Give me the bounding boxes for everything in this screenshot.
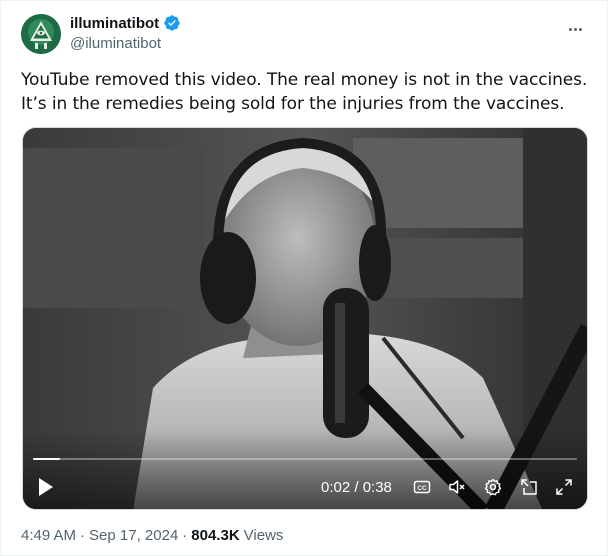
- play-icon[interactable]: [37, 477, 55, 497]
- gear-icon[interactable]: [483, 477, 503, 497]
- views-label: Views: [243, 527, 284, 544]
- author-handle[interactable]: @iluminatibot: [70, 35, 161, 52]
- more-dot: [573, 27, 577, 31]
- more-dot: [568, 27, 572, 31]
- all-seeing-eye-pyramid-icon: [21, 14, 61, 54]
- tweet-meta: 4:49 AM · Sep 17, 2024 · 804.3K Views: [21, 527, 283, 544]
- svg-text:CC: CC: [417, 485, 427, 492]
- cc-icon[interactable]: CC: [412, 477, 432, 497]
- avatar[interactable]: [21, 14, 61, 54]
- video-player[interactable]: 0:02 / 0:38 CC: [22, 127, 588, 510]
- meta-separator: ·: [80, 527, 86, 544]
- author-display-name[interactable]: illuminatibot: [70, 15, 159, 32]
- meta-separator: ·: [182, 527, 188, 544]
- views-count: 804.3K: [191, 527, 240, 544]
- tweet-card: illuminatibot @iluminatibot YouTube remo…: [0, 0, 608, 556]
- fullscreen-icon[interactable]: [554, 477, 574, 497]
- author-name-row: illuminatibot: [70, 14, 181, 32]
- picture-in-picture-icon[interactable]: [519, 477, 539, 497]
- verified-badge-icon[interactable]: [163, 14, 181, 32]
- video-time: 0:02 / 0:38: [321, 479, 392, 496]
- more-options-icon[interactable]: [565, 19, 585, 39]
- tweet-date[interactable]: Sep 17, 2024: [89, 527, 178, 544]
- video-progress-bar[interactable]: [33, 458, 577, 460]
- video-progress-fill: [33, 458, 61, 460]
- more-dot: [578, 27, 582, 31]
- tweet-text: YouTube removed this video. The real mon…: [21, 70, 588, 114]
- tweet-time[interactable]: 4:49 AM: [21, 527, 76, 544]
- speaker-muted-icon[interactable]: [447, 477, 467, 497]
